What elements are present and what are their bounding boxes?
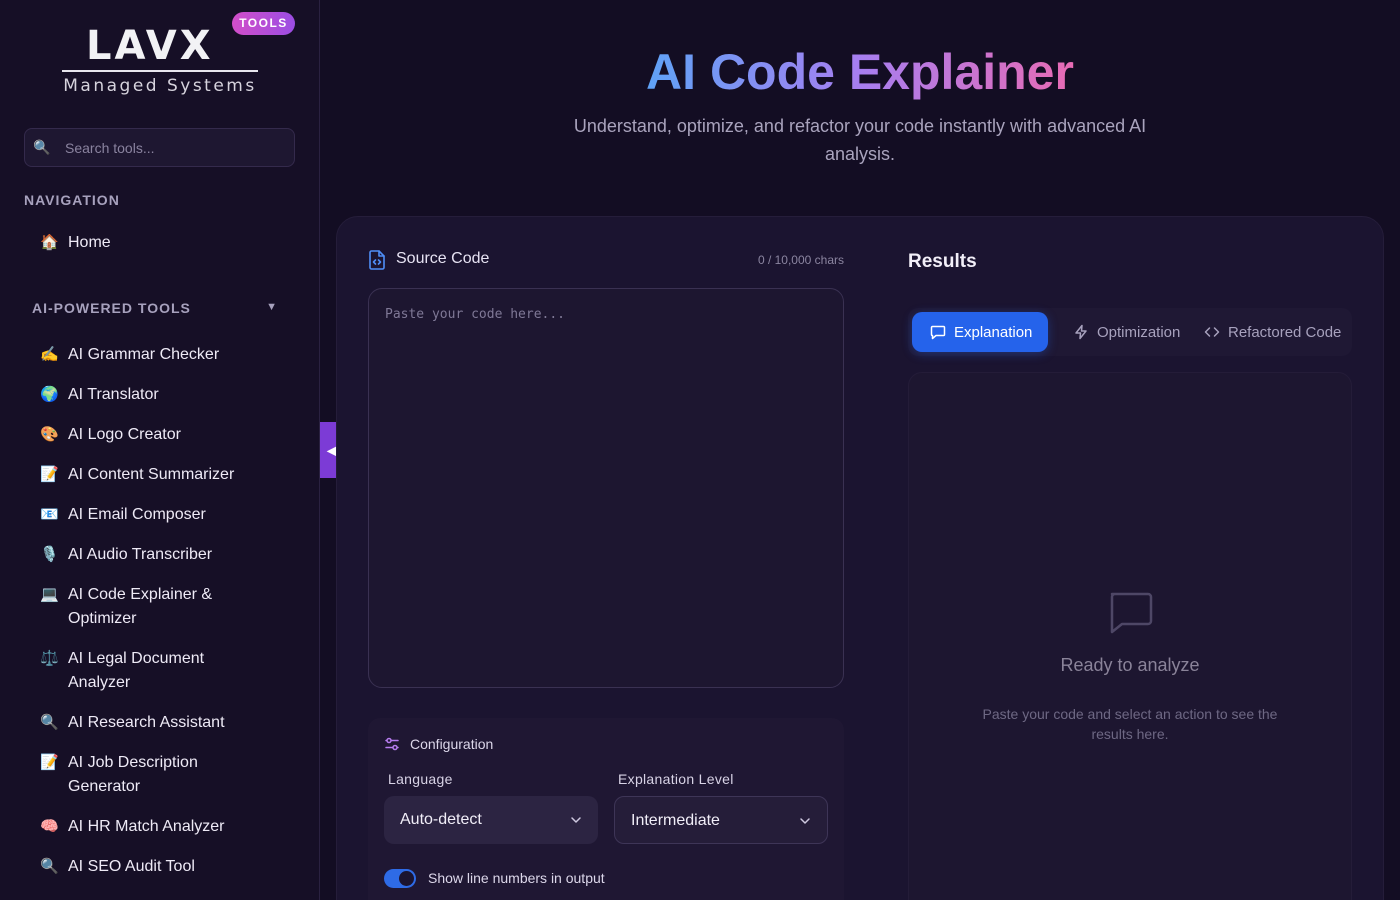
memo-icon: 📝 bbox=[40, 466, 59, 483]
sidebar-item-job-description[interactable]: 📝 AI Job Description Generator bbox=[30, 751, 300, 799]
sidebar-item-label: AI HR Match Analyzer bbox=[68, 818, 225, 835]
sidebar-item-label: AI Code Explainer & Optimizer bbox=[68, 586, 213, 627]
tools-badge: TOOLS bbox=[232, 12, 295, 35]
sidebar: LAVX Managed Systems TOOLS 🔍 NAVIGATION … bbox=[0, 0, 320, 900]
page-subtitle: Understand, optimize, and refactor your … bbox=[573, 116, 1147, 164]
source-code-title: Source Code bbox=[396, 250, 490, 267]
globe-icon: 🌍 bbox=[40, 386, 59, 403]
char-counter: 0 / 10,000 chars bbox=[757, 253, 844, 267]
toggle-knob bbox=[399, 871, 414, 886]
sidebar-item-legal-analyzer[interactable]: ⚖️ AI Legal Document Analyzer bbox=[30, 647, 300, 695]
memo-icon: 📝 bbox=[40, 754, 59, 771]
tab-explanation[interactable]: Explanation bbox=[912, 312, 1049, 352]
tab-label: Refactored Code bbox=[1228, 323, 1342, 341]
search-box: 🔍 bbox=[24, 128, 295, 167]
page-title: AI Code Explainer bbox=[320, 42, 1400, 102]
code-icon bbox=[1204, 327, 1220, 337]
sidebar-item-grammar-checker[interactable]: ✍️ AI Grammar Checker bbox=[30, 343, 300, 367]
sidebar-item-email-composer[interactable]: 📧 AI Email Composer bbox=[30, 503, 300, 527]
sidebar-item-logo-creator[interactable]: 🎨 AI Logo Creator bbox=[30, 423, 300, 447]
sidebar-item-label: AI Email Composer bbox=[68, 506, 206, 523]
sidebar-item-audio-transcriber[interactable]: 🎙️ AI Audio Transcriber bbox=[30, 543, 300, 567]
scales-icon: ⚖️ bbox=[40, 650, 59, 667]
tab-label: Explanation bbox=[954, 323, 1033, 341]
language-value: Auto-detect bbox=[400, 811, 482, 828]
explanation-level-label: Explanation Level bbox=[618, 771, 734, 787]
language-select[interactable]: Auto-detect bbox=[384, 796, 598, 844]
configuration-title: Configuration bbox=[410, 736, 494, 752]
logo-divider bbox=[62, 70, 258, 72]
line-numbers-toggle[interactable] bbox=[384, 869, 416, 888]
message-square-icon bbox=[930, 325, 946, 340]
sidebar-item-label: AI Research Assistant bbox=[68, 714, 225, 731]
sidebar-item-label: AI Legal Document Analyzer bbox=[68, 650, 205, 691]
writing-hand-icon: ✍️ bbox=[40, 346, 59, 363]
search-icon: 🔍 bbox=[33, 139, 51, 155]
chevron-down-icon bbox=[571, 817, 581, 823]
sidebar-item-label: AI Logo Creator bbox=[68, 426, 181, 443]
tab-label: Optimization bbox=[1097, 323, 1181, 341]
line-numbers-label: Show line numbers in output bbox=[428, 870, 605, 886]
ai-tools-section-toggle[interactable]: AI-POWERED TOOLS ▼ bbox=[32, 300, 282, 316]
sidebar-item-code-explainer[interactable]: 💻 AI Code Explainer & Optimizer bbox=[30, 583, 300, 631]
tab-refactored-code[interactable]: Refactored Code bbox=[1204, 312, 1341, 352]
sidebar-item-label: AI Grammar Checker bbox=[68, 346, 220, 363]
logo-subtitle: Managed Systems bbox=[63, 76, 257, 96]
sidebar-item-label: AI Audio Transcriber bbox=[68, 546, 213, 563]
sidebar-item-label: AI Job Description Generator bbox=[68, 754, 198, 795]
tab-optimization[interactable]: Optimization bbox=[1073, 312, 1180, 352]
chevron-down-icon bbox=[800, 818, 810, 824]
microphone-icon: 🎙️ bbox=[40, 546, 59, 563]
logo-text: LAVX bbox=[86, 23, 214, 69]
source-code-header: Source Code 0 / 10,000 chars bbox=[368, 248, 844, 272]
palette-icon: 🎨 bbox=[40, 426, 59, 443]
sidebar-item-label: AI Translator bbox=[68, 386, 159, 403]
explanation-level-select[interactable]: Intermediate bbox=[614, 796, 828, 844]
source-code-input[interactable] bbox=[368, 288, 844, 688]
explanation-level-value: Intermediate bbox=[631, 812, 720, 829]
laptop-icon: 💻 bbox=[40, 586, 59, 603]
results-output bbox=[908, 372, 1352, 900]
empty-state-title: Ready to analyze bbox=[1060, 655, 1200, 675]
sidebar-item-home[interactable]: 🏠 Home bbox=[30, 231, 300, 255]
results-title: Results bbox=[908, 251, 977, 272]
sliders-icon bbox=[385, 737, 399, 751]
page-title-text: AI Code Explainer bbox=[646, 44, 1074, 100]
navigation-heading: NAVIGATION bbox=[24, 192, 120, 208]
sidebar-item-translator[interactable]: 🌍 AI Translator bbox=[30, 383, 300, 407]
sidebar-item-content-summarizer[interactable]: 📝 AI Content Summarizer bbox=[30, 463, 300, 487]
sidebar-item-seo-audit[interactable]: 🔍 AI SEO Audit Tool bbox=[30, 855, 300, 879]
search-input[interactable] bbox=[65, 129, 285, 166]
magnifier-icon: 🔍 bbox=[40, 714, 59, 731]
sidebar-item-research-assistant[interactable]: 🔍 AI Research Assistant bbox=[30, 711, 300, 735]
sidebar-item-label: Home bbox=[68, 234, 111, 251]
section-heading-label: AI-POWERED TOOLS bbox=[32, 300, 191, 316]
magnifier-icon: 🔍 bbox=[40, 858, 59, 875]
brain-icon: 🧠 bbox=[40, 818, 59, 835]
language-label: Language bbox=[388, 771, 453, 787]
empty-state-description: Paste your code and select an action to … bbox=[982, 706, 1278, 742]
caret-down-icon: ▼ bbox=[266, 301, 278, 313]
sidebar-item-label: AI SEO Audit Tool bbox=[68, 858, 195, 875]
sidebar-item-hr-match[interactable]: 🧠 AI HR Match Analyzer bbox=[30, 815, 300, 839]
sidebar-item-label: AI Content Summarizer bbox=[68, 466, 235, 483]
file-code-icon bbox=[369, 250, 385, 270]
configuration-header: Configuration bbox=[384, 734, 493, 754]
email-icon: 📧 bbox=[40, 506, 59, 523]
zap-icon bbox=[1075, 324, 1087, 340]
home-icon: 🏠 bbox=[40, 234, 59, 251]
message-square-icon bbox=[1110, 592, 1153, 634]
